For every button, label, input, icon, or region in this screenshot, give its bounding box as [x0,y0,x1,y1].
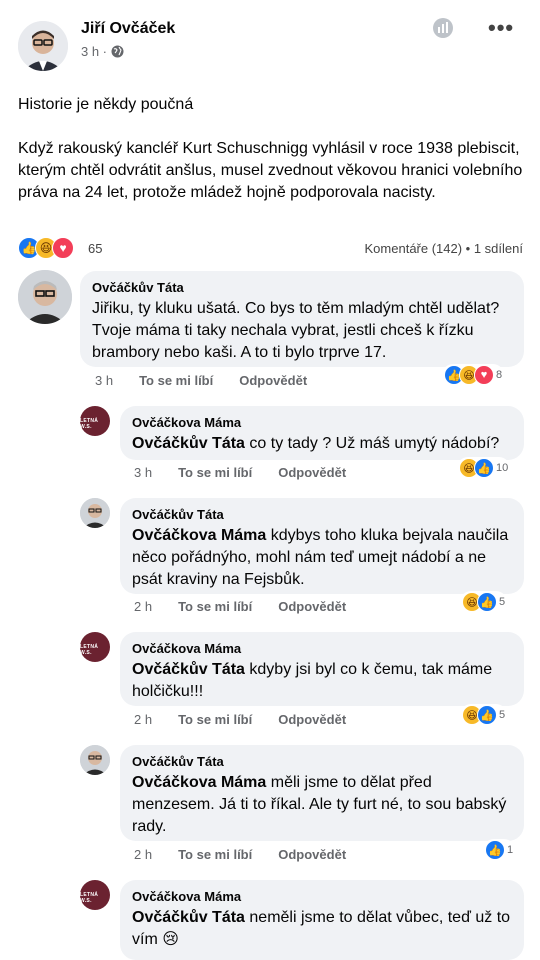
author-name[interactable]: Jiří Ovčáček [81,20,175,38]
comment-reactions[interactable]: 😆 👍 5 [460,591,508,613]
reaction-count: 10 [496,462,509,474]
avatar-badge: LETNÁ W.S. [80,644,99,656]
post-body: Když rakouský kancléř Kurt Schuschnigg v… [18,140,523,201]
commenter-name[interactable]: Ovčáčkova Máma [132,641,512,656]
mention-tag[interactable]: Ovčáčkova Máma [132,774,266,791]
commenter-avatar[interactable] [80,745,110,775]
reaction-count: 8 [496,369,503,381]
commenter-avatar[interactable] [80,498,110,528]
comment-actions: 2 h To se mi líbí Odpovědět [134,712,346,727]
mention-tag[interactable]: Ovčáčkův Táta [132,909,245,926]
love-reaction-icon: ♥ [474,365,494,385]
comment-time[interactable]: 3 h [134,465,152,480]
post-time[interactable]: 3 h · [81,44,107,59]
commenter-avatar[interactable]: LETNÁ W.S. [80,880,110,910]
comment-actions: 3 h To se mi líbí Odpovědět [134,465,346,480]
comment-text: Ovčáčkův Táta co ty tady ? Už máš umytý … [132,435,500,452]
comment-time[interactable]: 2 h [134,712,152,727]
comment-bubble: Ovčáčkův Táta Jiřiku, ty kluku ušatá. Co… [80,271,524,367]
like-reaction-icon: 👍 [474,458,494,478]
post-text: Historie je někdy poučná Když rakouský k… [18,94,523,204]
comment-text: Ovčáčkův Táta neměli jsme to dělat vůbec… [132,909,511,948]
commenter-name[interactable]: Ovčáčkova Máma [132,415,512,430]
like-reaction-icon: 👍 [477,705,497,725]
reaction-count[interactable]: 65 [88,241,102,256]
avatar-badge: LETNÁ W.S. [80,892,99,904]
post-header: Jiří Ovčáček 3 h · ••• [18,17,528,73]
comment-text: Ovčáčkova Máma kdybys toho kluka bejvala… [132,527,509,588]
commenter-name[interactable]: Ovčáčkův Táta [132,507,512,522]
reaction-count: 5 [499,596,506,608]
like-button[interactable]: To se mi líbí [178,847,252,862]
comment-bubble: Ovčáčkův Táta Ovčáčkova Máma kdybys toho… [120,498,524,594]
comment-reactions[interactable]: 😆 👍 10 [457,457,511,479]
post-reactions[interactable]: 👍 😆 ♥ [18,237,74,259]
like-button[interactable]: To se mi líbí [178,599,252,614]
mention-tag[interactable]: Ovčáčkův Táta [132,435,245,452]
reply-button[interactable]: Odpovědět [239,373,307,388]
love-reaction-icon: ♥ [52,237,74,259]
reaction-count: 1 [507,844,514,856]
comment-bubble: Ovčáčkova Máma Ovčáčkův Táta kdyby jsi b… [120,632,524,706]
comment-actions: 2 h To se mi líbí Odpovědět [134,599,346,614]
globe-icon [111,45,124,58]
like-button[interactable]: To se mi líbí [178,465,252,480]
reactions-bar: 👍 😆 ♥ 65 Komentáře (142) • 1 sdílení [18,237,523,261]
comment-bubble: Ovčáčkova Máma Ovčáčkův Táta co ty tady … [120,406,524,460]
comment-bubble: Ovčáčkův Táta Ovčáčkova Máma měli jsme t… [120,745,524,841]
like-button[interactable]: To se mi líbí [139,373,213,388]
comment-text: Ovčáčkův Táta kdyby jsi byl co k čemu, t… [132,661,493,700]
reaction-count: 5 [499,709,506,721]
commenter-avatar[interactable]: LETNÁ W.S. [80,406,110,436]
reply-button[interactable]: Odpovědět [278,465,346,480]
admin-tools-icon[interactable] [432,17,454,39]
comment-reactions[interactable]: 👍 😆 ♥ 8 [442,364,505,386]
reply-button[interactable]: Odpovědět [278,847,346,862]
comments-shares-count[interactable]: Komentáře (142) • 1 sdílení [365,241,523,256]
comment-bubble: Ovčáčkova Máma Ovčáčkův Táta neměli jsme… [120,880,524,960]
commenter-name[interactable]: Ovčáčkův Táta [92,280,512,295]
mention-tag[interactable]: Ovčáčkova Máma [132,527,266,544]
comment-time[interactable]: 2 h [134,599,152,614]
comment-reactions[interactable]: 😆 👍 5 [460,704,508,726]
comment-reactions[interactable]: 👍 1 [483,839,516,861]
reply-button[interactable]: Odpovědět [278,712,346,727]
post-meta: 3 h · [81,44,124,59]
mention-tag[interactable]: Ovčáčkův Táta [132,661,245,678]
comment-actions: 3 h To se mi líbí Odpovědět [95,373,307,388]
like-reaction-icon: 👍 [477,592,497,612]
comment-actions: 2 h To se mi líbí Odpovědět [134,847,346,862]
like-reaction-icon: 👍 [485,840,505,860]
comment-text: Ovčáčkova Máma měli jsme to dělat před m… [132,774,507,835]
avatar-badge: LETNÁ W.S. [80,418,99,430]
more-options-icon[interactable]: ••• [488,17,514,39]
commenter-avatar[interactable]: LETNÁ W.S. [80,632,110,662]
commenter-avatar[interactable] [18,270,72,324]
comment-time[interactable]: 2 h [134,847,152,862]
author-avatar[interactable] [18,21,68,71]
commenter-name[interactable]: Ovčáčkova Máma [132,889,512,904]
comment-text: Jiřiku, ty kluku ušatá. Co bys to těm ml… [92,300,500,361]
post-title: Historie je někdy poučná [18,96,194,113]
reply-button[interactable]: Odpovědět [278,599,346,614]
like-button[interactable]: To se mi líbí [178,712,252,727]
commenter-name[interactable]: Ovčáčkův Táta [132,754,512,769]
comment-time[interactable]: 3 h [95,373,113,388]
